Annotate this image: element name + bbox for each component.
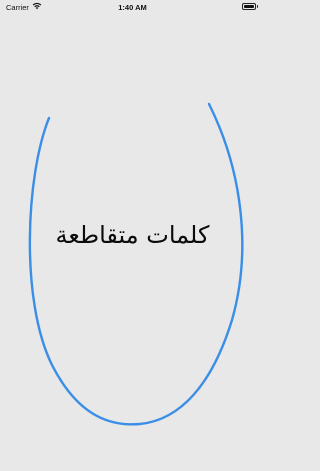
arc-path xyxy=(28,102,244,426)
app-title: كلمات متقاطعة xyxy=(55,221,210,249)
